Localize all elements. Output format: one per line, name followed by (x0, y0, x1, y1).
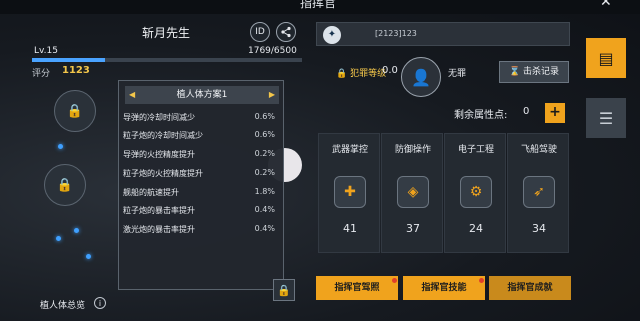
window-title: 指挥官 (300, 0, 337, 10)
skill-label: 防御操作 (394, 145, 431, 155)
xp-bar (32, 58, 302, 62)
crime-level-value: 0.0 (382, 65, 398, 76)
notification-dot (479, 278, 484, 283)
chevron-right-icon[interactable]: ▶ (269, 86, 275, 104)
user-icon: 👤 (411, 67, 431, 87)
crime-level-label: 🔒 犯罪等级 (336, 69, 387, 79)
skill-value: 37 (406, 222, 420, 235)
score-label: 评分 (32, 69, 51, 79)
skill-weapon[interactable]: 武器掌控 ✚ 41 (318, 133, 380, 253)
scheme-title: 植人体方案1 (176, 90, 228, 100)
slot-dot (56, 236, 61, 241)
id-button[interactable]: ID (250, 22, 270, 42)
implant-row: 导弹的冷却时间减少 0.6% (123, 112, 275, 122)
remaining-points-value: 0 (523, 106, 530, 117)
skill-value: 34 (532, 222, 546, 235)
commander-achievement-button[interactable]: 指挥官成就 (489, 276, 571, 300)
commander-id-bar: ✦ [2123]123 (316, 22, 570, 46)
lock-icon: 🔒 (66, 103, 84, 119)
implant-row: 粒子炮的冷却时间减少 0.6% (123, 130, 275, 140)
hourglass-icon: ⌛ (508, 67, 521, 77)
implant-row: 舰船的航速提升 1.8% (123, 187, 275, 197)
implant-row: 粒子炮的火控精度提升 0.2% (123, 168, 275, 178)
crime-status: 无罪 (448, 69, 467, 79)
top-bar: 指挥官 ✕ (0, 0, 640, 14)
implant-row: 导弹的火控精度提升 0.2% (123, 149, 275, 159)
share-icon[interactable] (276, 22, 296, 42)
commander-name: 斩月先生 (142, 26, 191, 40)
id-card-icon: ▤ (598, 48, 614, 68)
implant-overview-label: 植人体总览 (40, 301, 86, 311)
commander-skills-button[interactable]: 指挥官技能 (403, 276, 485, 300)
info-icon[interactable]: i (94, 297, 106, 309)
score-value: 1123 (62, 65, 90, 76)
commander-license-button[interactable]: 指挥官驾照 (316, 276, 398, 300)
tab-database[interactable]: ☰ (586, 98, 626, 138)
chevron-left-icon[interactable]: ◀ (129, 86, 135, 104)
implant-slot-locked[interactable]: 🔒 (54, 90, 96, 132)
xp-text: 1769/6500 (248, 46, 297, 56)
xp-bar-fill (32, 58, 106, 62)
slot-dot (74, 228, 79, 233)
skill-value: 24 (469, 222, 483, 235)
pilot-icon: ➶ (523, 176, 555, 208)
commander-panel: 斩月先生 ID Lv.15 1769/6500 评分 1123 🔒 🔒 ◀ 植人… (14, 16, 304, 311)
implant-row: 粒子炮的暴击率提升 0.4% (123, 205, 275, 215)
skill-defense[interactable]: 防御操作 ◈ 37 (381, 133, 443, 253)
lock-button[interactable]: 🔒 (273, 279, 295, 301)
scheme-header[interactable]: ◀ 植人体方案1 ▶ (125, 86, 279, 104)
avatar[interactable]: 👤 (401, 57, 441, 97)
slot-dot (58, 144, 63, 149)
electronics-icon: ⚙ (460, 176, 492, 208)
implant-slot-locked[interactable]: 🔒 (44, 164, 86, 206)
skill-label: 电子工程 (457, 145, 494, 155)
faction-emblem-icon: ✦ (323, 26, 341, 44)
lock-icon: 🔒 (277, 283, 291, 297)
kill-record-button[interactable]: ⌛ 击杀记录 (499, 61, 569, 83)
notification-dot (392, 278, 397, 283)
skill-label: 武器掌控 (331, 145, 368, 155)
tab-profile[interactable]: ▤ (586, 38, 626, 78)
add-attribute-button[interactable]: + (545, 103, 565, 123)
skill-label: 飞船驾驶 (520, 145, 557, 155)
level-label: Lv.15 (34, 46, 58, 56)
weapon-icon: ✚ (334, 176, 366, 208)
shield-icon: ◈ (397, 176, 429, 208)
skill-electronics[interactable]: 电子工程 ⚙ 24 (444, 133, 506, 253)
database-icon: ☰ (598, 108, 614, 128)
implant-scheme-popup: ◀ 植人体方案1 ▶ 导弹的冷却时间减少 0.6% 粒子炮的冷却时间减少 0.6% … (118, 80, 284, 290)
lock-icon: 🔒 (56, 177, 74, 193)
remaining-points-label: 剩余属性点: (454, 110, 508, 121)
skill-pilot[interactable]: 飞船驾驶 ➶ 34 (507, 133, 569, 253)
skill-value: 41 (343, 222, 357, 235)
slot-dot (86, 254, 91, 259)
implant-row: 激光炮的暴击率提升 0.4% (123, 224, 275, 234)
close-icon[interactable]: ✕ (600, 0, 612, 10)
commander-id-text: [2123]123 (375, 29, 417, 38)
